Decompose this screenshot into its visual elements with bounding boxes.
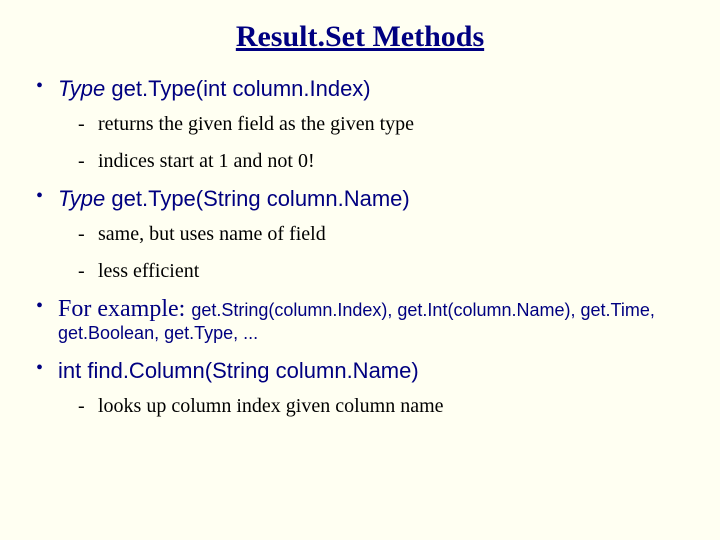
bullet-item-gettype-int: Type get.Type(int column.Index) returns …	[30, 76, 690, 174]
method-signature: get.Type(int column.Index)	[105, 76, 370, 101]
sub-item: looks up column index given column name	[58, 394, 690, 419]
sub-item: less efficient	[58, 259, 690, 284]
sub-list: same, but uses name of field less effici…	[58, 222, 690, 284]
sub-list: looks up column index given column name	[58, 394, 690, 419]
bullet-list: Type get.Type(int column.Index) returns …	[30, 76, 690, 419]
sub-item: returns the given field as the given typ…	[58, 112, 690, 137]
type-prefix: Type	[58, 186, 105, 211]
bullet-item-findcolumn: int find.Column(String column.Name) look…	[30, 358, 690, 419]
sub-list: returns the given field as the given typ…	[58, 112, 690, 174]
sub-item: indices start at 1 and not 0!	[58, 149, 690, 174]
sub-item: same, but uses name of field	[58, 222, 690, 247]
example-lead: For example:	[58, 296, 191, 322]
page-title: Result.Set Methods	[30, 20, 690, 54]
bullet-item-gettype-string: Type get.Type(String column.Name) same, …	[30, 186, 690, 284]
bullet-item-examples: For example: get.String(column.Index), g…	[30, 296, 690, 344]
type-prefix: Type	[58, 76, 105, 101]
method-signature: get.Type(String column.Name)	[105, 186, 409, 211]
method-signature: int find.Column(String column.Name)	[58, 358, 419, 383]
